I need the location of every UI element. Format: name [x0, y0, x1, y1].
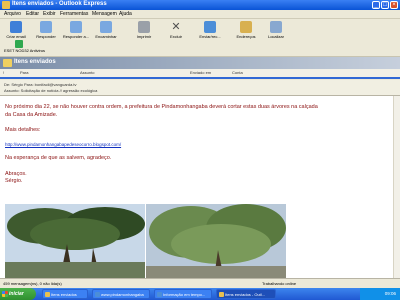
blog-link[interactable]: http://www.pindamonhangabapedeseocorro.b… [5, 142, 121, 147]
folder-banner: Itens enviados [0, 57, 400, 69]
body-scrollbar[interactable] [393, 96, 400, 278]
status-bar: 459 mensagem(ns), 0 não lida(s) Trabalha… [0, 278, 400, 288]
title-bar: Itens enviados - Outlook Express _ □ × [0, 0, 400, 10]
close-button[interactable]: × [390, 1, 398, 9]
folder-icon [45, 292, 50, 297]
body-details: Mais detalhes: [5, 127, 41, 133]
start-button[interactable]: iniciar [0, 288, 36, 300]
message-body: No próximo dia 22, se não houver contra … [0, 96, 400, 278]
col-account[interactable]: Conta [232, 70, 243, 75]
find-icon [270, 21, 282, 33]
antivirus-icon [15, 40, 23, 48]
windows-logo-icon [2, 291, 8, 297]
selected-message-row[interactable] [0, 77, 400, 79]
body-paragraph-1a: No próximo dia 22, se não houver contra … [5, 104, 318, 110]
task-browser-pinda[interactable]: www.pindamonhangaba [92, 289, 150, 299]
reply-all-button[interactable]: Responder a... [62, 21, 90, 39]
browser-icon [95, 292, 100, 297]
print-icon [138, 21, 150, 33]
system-tray: 09:06 [360, 288, 400, 300]
forward-button[interactable]: Encaminhar [92, 21, 120, 39]
col-to[interactable]: Para [20, 70, 28, 75]
tree-photo-right [146, 204, 286, 278]
col-priority[interactable]: ! [3, 70, 4, 75]
toolbar: Criar email Responder Responder a... Enc… [0, 19, 400, 57]
menu-exibir[interactable]: Exibir [43, 11, 56, 17]
new-mail-icon [10, 21, 22, 33]
outlook-icon [219, 292, 224, 297]
menu-mensagem[interactable]: Mensagem [92, 11, 117, 17]
status-mode: Trabalhando online [262, 281, 297, 286]
minimize-button[interactable]: _ [372, 1, 380, 9]
send-receive-button[interactable]: Enviar/rec... [196, 21, 224, 39]
antivirus-button[interactable]: ESET NOD32 Antivirus [4, 40, 45, 53]
find-button[interactable]: Localizar [262, 21, 290, 39]
delete-icon: ✕ [171, 21, 181, 33]
window-title: Itens enviados - Outlook Express [12, 1, 107, 7]
addresses-button[interactable]: Endereços [232, 21, 260, 39]
col-subject[interactable]: Assunto [80, 70, 94, 75]
menu-ferramentas[interactable]: Ferramentas [60, 11, 88, 17]
task-outlook-active[interactable]: Itens enviados - Outl... [216, 289, 276, 299]
folder-title: Itens enviados [14, 59, 56, 65]
print-button[interactable]: Imprimir [130, 21, 158, 39]
reply-icon [40, 21, 52, 33]
reply-button[interactable]: Responder [32, 21, 60, 39]
maximize-button[interactable]: □ [381, 1, 389, 9]
preview-header: De: Sérgio Para: bonifacil@vanguarda.tv … [0, 80, 400, 96]
menu-ajuda[interactable]: Ajuda [119, 11, 132, 17]
header-subject: Assunto: Solicitação de notícia // agres… [4, 88, 98, 93]
delete-button[interactable]: ✕ Excluir [162, 21, 190, 39]
forward-icon [100, 21, 112, 33]
body-closing: Abraços. [5, 171, 27, 177]
folder-icon [3, 59, 12, 67]
outlook-icon [2, 1, 10, 9]
body-paragraph-1b: da Casa da Amizade. [5, 112, 58, 118]
taskbar: iniciar Itens enviados www.pindamonhanga… [0, 288, 400, 300]
address-book-icon [240, 21, 252, 33]
menu-bar: Arquivo Editar Exibir Ferramentas Mensag… [0, 10, 400, 19]
header-from-to: De: Sérgio Para: bonifacil@vanguarda.tv [4, 82, 77, 87]
task-itens-enviados[interactable]: Itens enviados [42, 289, 88, 299]
clock: 09:06 [384, 291, 396, 296]
send-receive-icon [204, 21, 216, 33]
menu-editar[interactable]: Editar [26, 11, 39, 17]
col-sent[interactable]: Enviado em [190, 70, 211, 75]
browser-icon [157, 292, 162, 297]
task-browser-info[interactable]: Informação em tempo... [154, 289, 212, 299]
body-hope: Na esperança de que as salvem, agradeço. [5, 155, 112, 161]
body-signature: Sérgio. [5, 178, 23, 184]
status-count: 459 mensagem(ns), 0 não lida(s) [3, 281, 62, 286]
new-mail-button[interactable]: Criar email [2, 21, 30, 39]
reply-all-icon [70, 21, 82, 33]
menu-arquivo[interactable]: Arquivo [4, 11, 21, 17]
tree-photo-left [5, 204, 145, 278]
